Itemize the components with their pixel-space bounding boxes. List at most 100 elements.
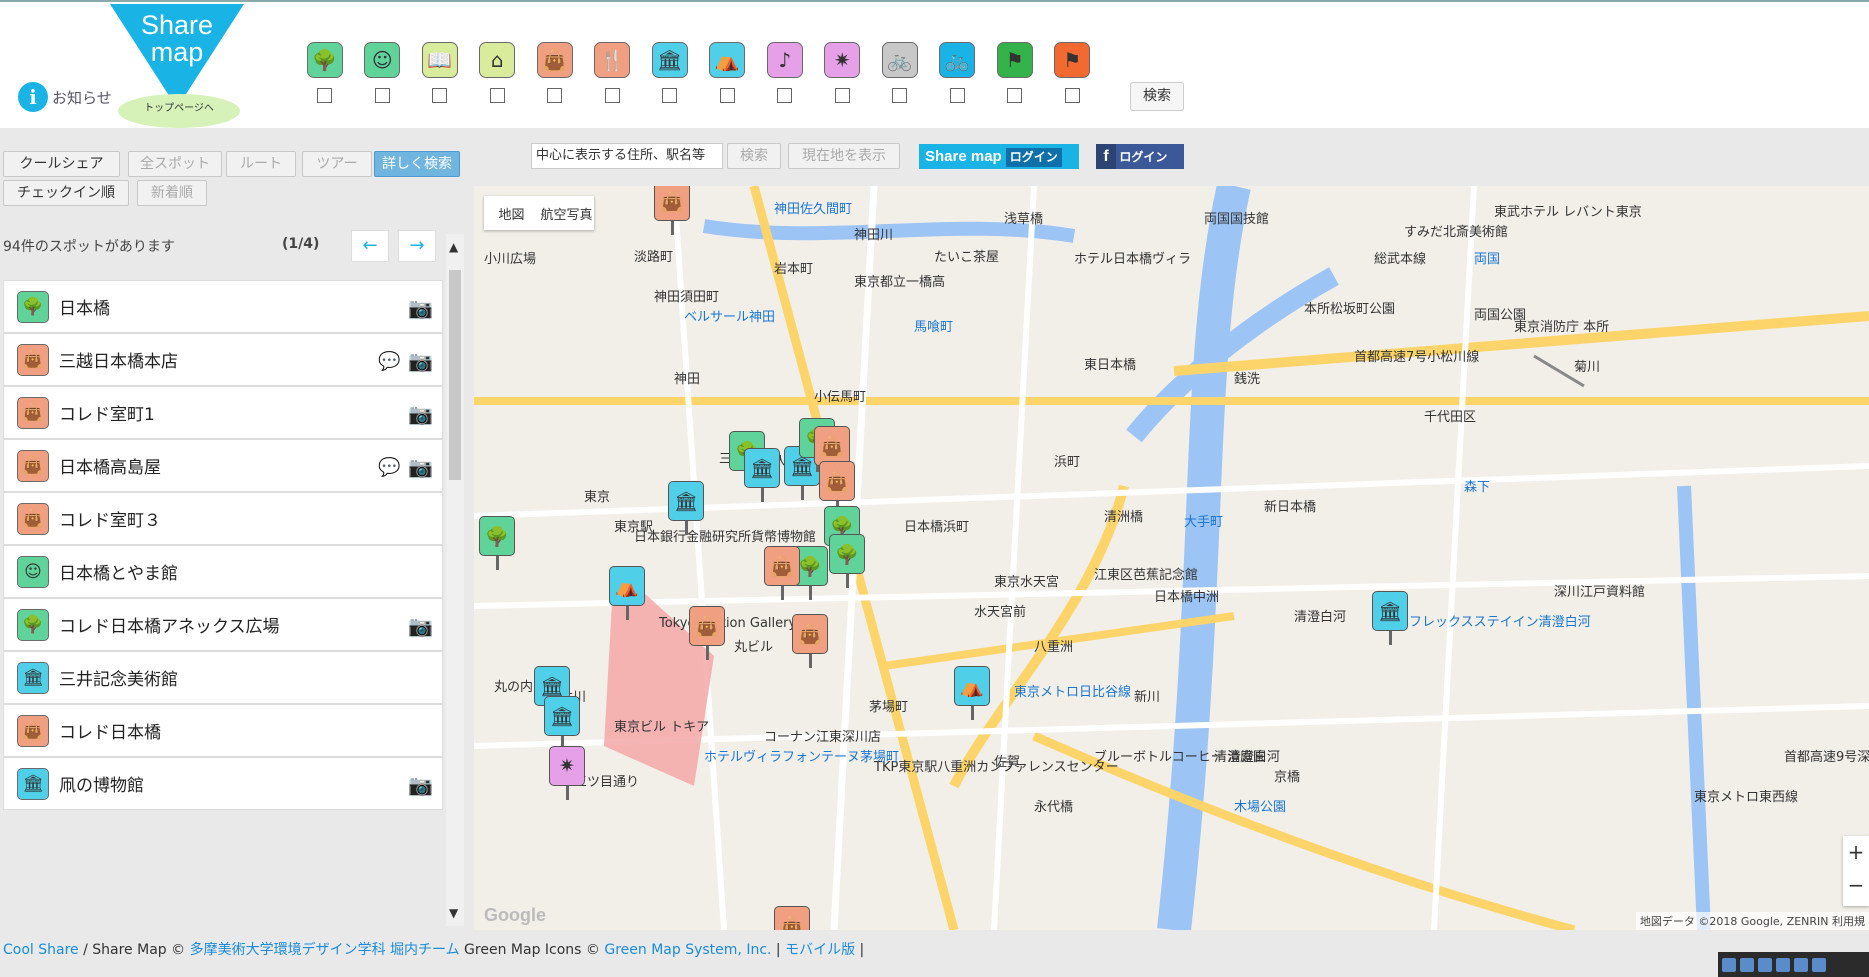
address-search-input[interactable]: 中心に表示する住所、駅名等 <box>531 143 723 169</box>
list-item[interactable]: 🌳 日本橋 📷 <box>3 280 443 333</box>
bike-route-icon[interactable]: 🚲 <box>939 42 976 78</box>
sort-new-button[interactable]: 新着順 <box>137 180 207 206</box>
tray-icon[interactable] <box>1812 957 1826 972</box>
map-pin[interactable]: ⛺ <box>609 566 645 620</box>
map-pin[interactable]: 🏛 <box>544 696 580 750</box>
museum-icon[interactable]: 🏛 <box>651 42 688 78</box>
map-view[interactable]: 地図 航空写真 神田佐久間町 神田川 浅草橋 両国国技館 東武ホテル レバント東京 すみだ… <box>474 186 1869 930</box>
tab-coolshare[interactable]: クールシェア <box>3 151 120 177</box>
restaurant-icon[interactable]: 🍴 <box>594 42 631 78</box>
house-icon[interactable]: ⌂ <box>479 42 516 78</box>
park-icon[interactable]: 🌳 <box>306 42 343 78</box>
music-icon[interactable]: ♪ <box>766 42 803 78</box>
scroll-down-icon[interactable]: ▼ <box>449 906 458 920</box>
tab-detail-search[interactable]: 詳しく検索 <box>374 151 460 177</box>
tray-icon[interactable] <box>1776 957 1790 972</box>
category-checkbox[interactable] <box>374 88 390 103</box>
map-pin[interactable]: 👜 <box>654 186 690 235</box>
map-pin[interactable]: 👜 <box>689 606 725 660</box>
tray-icon[interactable] <box>1758 957 1772 972</box>
address-search-button[interactable]: 検索 <box>727 143 781 169</box>
map-pin[interactable]: 👜 <box>819 461 855 515</box>
category-checkbox[interactable] <box>547 88 563 103</box>
footer-end: | <box>855 942 865 958</box>
face-icon[interactable]: ☺ <box>364 42 401 78</box>
scrollbar-thumb[interactable] <box>449 270 461 480</box>
map-pin[interactable]: 🏛 <box>1372 591 1408 645</box>
category-checkbox[interactable] <box>317 88 333 103</box>
list-item[interactable]: 👜 コレド室町３ <box>3 492 443 545</box>
category-checkbox[interactable] <box>604 88 620 103</box>
list-item[interactable]: ☺ 日本橋とやま館 <box>3 545 443 598</box>
tab-tour[interactable]: ツアー <box>302 151 372 177</box>
footer-coolshare-link[interactable]: Cool Share <box>3 942 79 958</box>
footer-greenmap-link[interactable]: Green Map System, Inc. <box>604 942 771 958</box>
map-label: 本所松坂町公園 <box>1304 302 1396 317</box>
list-scrollbar[interactable]: ▲ ▼ <box>446 234 464 926</box>
category-checkbox[interactable] <box>834 88 850 103</box>
category-checkbox[interactable] <box>719 88 735 103</box>
map-type-aerial[interactable]: 航空写真 <box>539 204 594 223</box>
category-checkbox[interactable] <box>892 88 908 103</box>
tray-icon[interactable] <box>1740 957 1754 972</box>
list-item[interactable]: 🏛 凧の博物館 📷 <box>3 757 443 810</box>
scroll-up-icon[interactable]: ▲ <box>449 240 458 254</box>
map-pin[interactable]: ⛺ <box>954 666 990 720</box>
toppage-link[interactable]: トップページへ <box>118 94 240 128</box>
list-item[interactable]: 👜 三越日本橋本店 💬 📷 <box>3 333 443 386</box>
map-label: 小伝馬町 <box>814 390 867 405</box>
zoom-in-button[interactable]: + <box>1843 836 1869 869</box>
map-label: 浅草橋 <box>1004 212 1044 227</box>
category-search-button[interactable]: 検索 <box>1130 82 1184 111</box>
map-pin[interactable]: 🌳 <box>829 534 865 588</box>
tent-icon[interactable]: ⛺ <box>709 42 746 78</box>
sort-checkin-button[interactable]: チェックイン順 <box>3 180 129 206</box>
orange-flag-icon[interactable]: ⚑ <box>1054 42 1091 78</box>
list-item[interactable]: 🌳 コレド日本橋アネックス広場 📷 <box>3 598 443 651</box>
prev-page-button[interactable]: ← <box>351 230 389 262</box>
bicycle-icon[interactable]: 🚲 <box>881 42 918 78</box>
list-item[interactable]: 🏛 三井記念美術館 <box>3 651 443 704</box>
current-location-button[interactable]: 現在地を表示 <box>788 143 900 169</box>
top-header: Share map トップページへ i お知らせ 🌳 ☺ 📖 ⌂ 👜 🍴 🏛 ⛺ ♪ ✷ 🚲 🚲 ⚑ ⚑ … <box>0 0 1869 128</box>
map-pin[interactable]: 🌳 <box>479 516 515 570</box>
category-checkbox[interactable] <box>662 88 678 103</box>
next-page-button[interactable]: → <box>398 230 436 262</box>
category-checkbox[interactable] <box>432 88 448 103</box>
category-checkbox[interactable] <box>777 88 793 103</box>
map-terms-link[interactable]: 利用規 <box>1832 915 1865 928</box>
bag-icon[interactable]: 👜 <box>536 42 573 78</box>
sparkle-icon[interactable]: ✷ <box>824 42 861 78</box>
map-pin[interactable]: 👜 <box>814 426 850 480</box>
zoom-out-button[interactable]: − <box>1843 869 1869 902</box>
list-item[interactable]: 👜 日本橋高島屋 💬 📷 <box>3 439 443 492</box>
map-label: 東京消防庁 本所 <box>1514 320 1610 335</box>
tray-icon[interactable] <box>1722 957 1736 972</box>
list-item[interactable]: 👜 コレド日本橋 <box>3 704 443 757</box>
info-link[interactable]: i お知らせ <box>18 82 112 112</box>
footer-mobile-link[interactable]: モバイル版 <box>785 942 855 958</box>
map-label: 首都高速9号深川線 <box>1784 750 1869 765</box>
tab-all-spots[interactable]: 全スポット <box>128 151 222 177</box>
tray-icon[interactable] <box>1794 957 1808 972</box>
map-pin[interactable]: ✷ <box>549 746 585 800</box>
book-icon[interactable]: 📖 <box>421 42 458 78</box>
map-pin[interactable]: 👜 <box>764 546 800 600</box>
category-checkbox[interactable] <box>489 88 505 103</box>
map-pin[interactable]: 👜 <box>792 614 828 668</box>
map-type-map[interactable]: 地図 <box>484 204 539 223</box>
green-flag-icon[interactable]: ⚑ <box>996 42 1033 78</box>
map-pin[interactable]: 👜 <box>774 906 810 930</box>
zoom-control[interactable]: + − <box>1843 836 1869 906</box>
category-bicycle: 🚲 <box>871 42 929 103</box>
category-checkbox[interactable] <box>949 88 965 103</box>
sharemap-login-button[interactable]: Share map ログイン <box>919 144 1079 169</box>
map-pin[interactable]: 🏛 <box>668 481 704 535</box>
category-checkbox[interactable] <box>1007 88 1023 103</box>
map-pin[interactable]: 🏛 <box>744 448 780 502</box>
tab-route[interactable]: ルート <box>226 151 296 177</box>
facebook-login-button[interactable]: f ログイン <box>1096 144 1184 169</box>
footer-tamabi-link[interactable]: 多摩美術大学環境デザイン学科 堀内チーム <box>190 942 460 958</box>
category-checkbox[interactable] <box>1064 88 1080 103</box>
list-item[interactable]: 👜 コレド室町1 📷 <box>3 386 443 439</box>
